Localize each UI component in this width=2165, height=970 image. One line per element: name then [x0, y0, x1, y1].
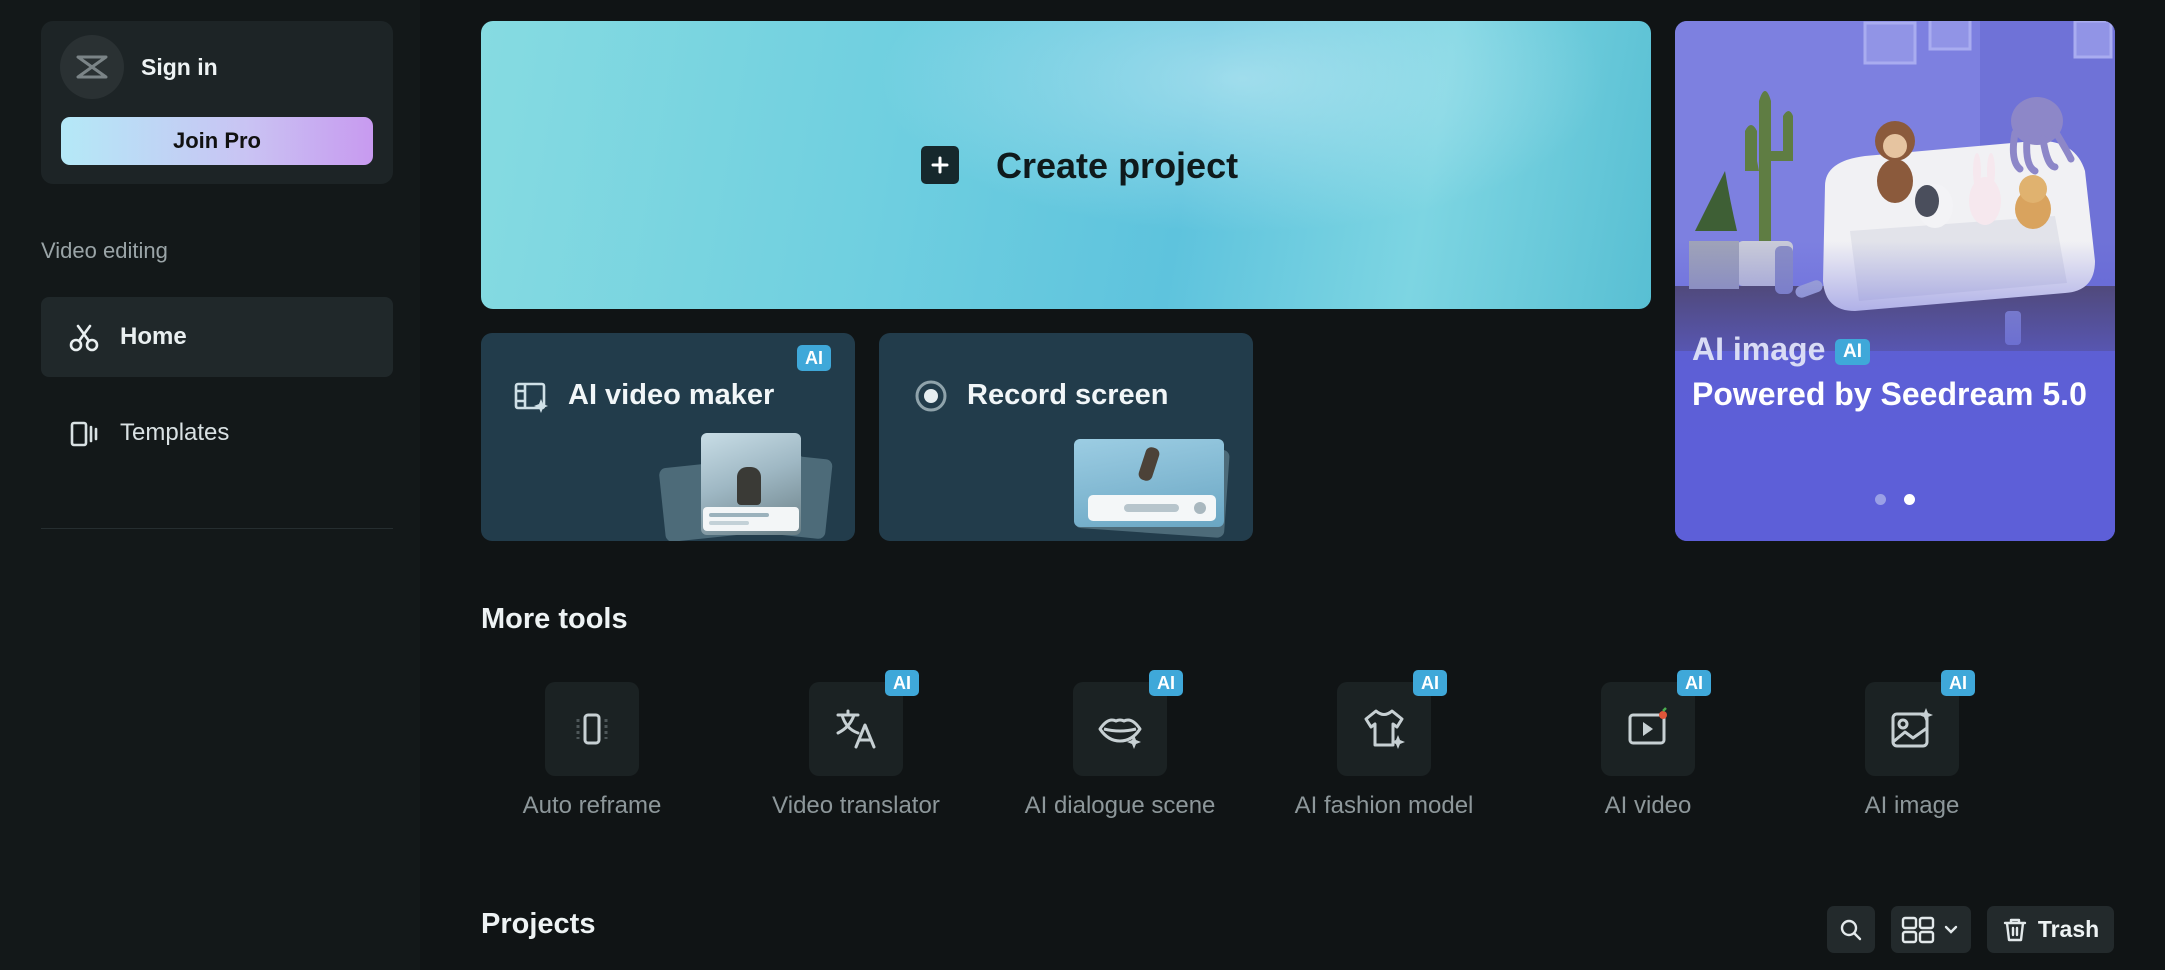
create-project-card[interactable]: Create project	[481, 21, 1651, 309]
tool-label: AI video	[1604, 792, 1692, 819]
tool-label: Auto reframe	[522, 792, 662, 819]
tool-ai-dialogue-scene[interactable]: AI AI dialogue scene	[1010, 670, 1230, 822]
lips-icon	[1073, 682, 1167, 776]
sidebar-divider	[41, 528, 393, 529]
join-pro-button[interactable]: Join Pro	[61, 117, 373, 165]
ai-badge: AI	[1677, 670, 1711, 696]
ai-video-maker-label: AI video maker	[568, 379, 775, 411]
ai-badge: AI	[797, 345, 831, 371]
trash-label: Trash	[2037, 916, 2100, 942]
sidebar-item-label: Home	[120, 323, 187, 350]
promo-banner[interactable]: AI image AI Powered by Seedream 5.0	[1675, 21, 2115, 541]
sign-in-link[interactable]: Sign in	[141, 54, 218, 81]
ai-badge: AI	[1941, 670, 1975, 696]
image-sparkle-icon	[1865, 682, 1959, 776]
trash-icon	[2003, 918, 2027, 941]
tool-label: Video translator	[772, 792, 940, 819]
tool-label: AI fashion model	[1294, 792, 1474, 819]
video-play-icon	[1601, 682, 1695, 776]
tool-auto-reframe[interactable]: Auto reframe	[482, 682, 702, 822]
grid-view-icon	[1901, 916, 1935, 943]
tool-ai-fashion-model[interactable]: AI AI fashion model	[1274, 670, 1494, 822]
shirt-icon	[1337, 682, 1431, 776]
sidebar: Sign in Join Pro Video editing Home Temp…	[0, 0, 420, 970]
thumbnail-preview	[701, 433, 801, 535]
plus-icon	[921, 146, 959, 184]
capcut-logo-icon	[76, 55, 108, 79]
more-tools-heading: More tools	[481, 603, 628, 635]
tool-ai-video[interactable]: AI AI video	[1538, 670, 1758, 822]
scissors-icon	[69, 324, 99, 352]
carousel-dot-2[interactable]	[1904, 494, 1915, 505]
ai-badge: AI	[1413, 670, 1447, 696]
translate-icon	[809, 682, 903, 776]
projects-heading: Projects	[481, 908, 596, 940]
ai-video-maker-card[interactable]: AI video maker AI	[481, 333, 855, 541]
account-card: Sign in Join Pro	[41, 21, 393, 184]
record-icon	[915, 380, 947, 412]
section-label-video-editing: Video editing	[41, 238, 168, 263]
film-sparkle-icon	[514, 382, 548, 413]
view-toggle-button[interactable]	[1891, 906, 1971, 953]
tool-video-translator[interactable]: AI Video translator	[746, 670, 966, 822]
chevron-down-icon	[1944, 925, 1958, 934]
sidebar-item-home[interactable]: Home	[41, 297, 393, 377]
record-screen-card[interactable]: Record screen	[879, 333, 1253, 541]
create-project-label: Create project	[996, 145, 1239, 186]
promo-title: AI image	[1692, 331, 1826, 367]
ai-badge: AI	[1149, 670, 1183, 696]
promo-subtitle: Powered by Seedream 5.0	[1692, 376, 2087, 412]
tool-label: AI image	[1864, 792, 1960, 819]
trash-button[interactable]: Trash	[1987, 906, 2114, 953]
search-button[interactable]	[1827, 906, 1875, 953]
reframe-icon	[545, 682, 639, 776]
thumbnail-preview	[1074, 439, 1224, 527]
carousel-dot-1[interactable]	[1875, 494, 1886, 505]
tool-ai-image[interactable]: AI AI image	[1802, 670, 2022, 822]
templates-icon	[70, 421, 98, 447]
sidebar-item-templates[interactable]: Templates	[41, 393, 393, 473]
avatar[interactable]	[60, 35, 124, 99]
sidebar-item-label: Templates	[120, 419, 230, 446]
tool-label: AI dialogue scene	[1024, 792, 1216, 819]
record-screen-label: Record screen	[967, 379, 1169, 411]
search-icon	[1840, 919, 1862, 940]
ai-badge: AI	[885, 670, 919, 696]
ai-badge: AI	[1835, 339, 1870, 365]
